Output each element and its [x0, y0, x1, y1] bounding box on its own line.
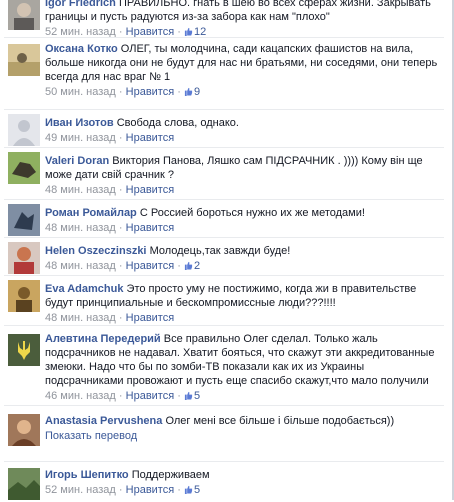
comment-text: Поддерживаем [131, 469, 210, 481]
comment-meta: 48 мин. назад · Нравится [45, 183, 444, 197]
commenter-name[interactable]: Игорь Шепитко [45, 469, 129, 481]
separator-dot: · [177, 86, 181, 98]
comment-meta: Показать перевод [45, 429, 444, 443]
like-count: 2 [193, 260, 201, 272]
separator-dot: · [177, 484, 181, 496]
avatar-icon[interactable] [8, 0, 40, 30]
like-count-badge[interactable]: 5 [184, 483, 200, 497]
avatar-icon[interactable] [8, 152, 40, 184]
avatar-icon[interactable] [8, 414, 40, 446]
commenter-name[interactable]: Igor Friedrich [45, 0, 116, 9]
comment-text-line: Anastasia Pervushena Олег мені все більш… [45, 414, 444, 428]
separator-dot: · [118, 184, 123, 196]
commenter-name[interactable]: Иван Изотов [45, 117, 114, 129]
comment-item: Eva Adamchuk Это просто уму не постижимо… [4, 276, 444, 326]
comment-time[interactable]: 50 мин. назад [45, 86, 116, 98]
comment-meta: 49 мин. назад · Нравится [45, 131, 444, 145]
comment-meta: 48 мин. назад · Нравится · 2 [45, 259, 444, 273]
like-link[interactable]: Нравится [126, 260, 175, 272]
comment-item: Иван Изотов Свобода слова, однако. 49 ми… [4, 110, 444, 148]
separator-dot: · [118, 86, 123, 98]
comment-meta: 48 мин. назад · Нравится [45, 311, 444, 325]
comment-text-line: Алевтина Передерий Все правильно Олег сд… [45, 332, 444, 388]
like-link[interactable]: Нравится [126, 184, 175, 196]
comment-item: Helen Oszeczinszki Молодець,так завжди б… [4, 238, 444, 276]
separator-dot: · [118, 484, 123, 496]
commenter-name[interactable]: Роман Ромайлар [45, 207, 137, 219]
comment-text-line: Eva Adamchuk Это просто уму не постижимо… [45, 282, 444, 310]
like-count-badge[interactable]: 9 [184, 85, 200, 99]
comment-item: Оксана Котко ОЛЕГ, ты молодчина, сади ка… [4, 40, 444, 110]
like-link[interactable]: Нравится [126, 390, 175, 402]
avatar-icon[interactable] [8, 204, 40, 236]
default-avatar-icon[interactable] [8, 114, 40, 146]
comment-meta: 52 мин. назад · Нравится · 5 [45, 483, 444, 497]
comment-meta: 46 мин. назад · Нравится · 5 [45, 389, 444, 403]
comment-time[interactable]: 48 мин. назад [45, 312, 116, 324]
comment-item: Valeri Doran Виктория Панова, Ляшко сам … [4, 148, 444, 200]
comment-time[interactable]: 48 мин. назад [45, 222, 116, 234]
comment-time[interactable]: 46 мин. назад [45, 390, 116, 402]
separator-dot: · [118, 390, 123, 402]
like-count: 5 [193, 484, 201, 496]
comment-time[interactable]: 48 мин. назад [45, 184, 116, 196]
like-link[interactable]: Нравится [126, 484, 175, 496]
avatar-icon[interactable] [8, 468, 40, 500]
separator-dot: · [118, 312, 123, 324]
comment-text-line: Иван Изотов Свобода слова, однако. [45, 116, 444, 130]
commenter-name[interactable]: Оксана Котко [45, 43, 118, 55]
like-count: 5 [193, 390, 201, 402]
commenter-name[interactable]: Eva Adamchuk [45, 283, 123, 295]
avatar-icon[interactable] [8, 280, 40, 312]
like-link[interactable]: Нравится [126, 132, 175, 144]
comment-time[interactable]: 49 мин. назад [45, 132, 116, 144]
like-count-badge[interactable]: 2 [184, 259, 200, 273]
comment-item: Anastasia Pervushena Олег мені все більш… [4, 406, 444, 462]
like-link[interactable]: Нравится [126, 86, 175, 98]
comment-item: Алевтина Передерий Все правильно Олег сд… [4, 326, 444, 406]
like-count: 9 [193, 86, 201, 98]
avatar-icon[interactable] [8, 44, 40, 76]
show-translation-link[interactable]: Показать перевод [45, 430, 137, 442]
comment-meta: 48 мин. назад · Нравится [45, 221, 444, 235]
separator-dot: · [118, 132, 123, 144]
comment-text-line: Роман Ромайлар С Россией бороться нужно … [45, 206, 444, 220]
comment-meta: 50 мин. назад · Нравится · 9 [45, 85, 444, 99]
commenter-name[interactable]: Valeri Doran [45, 155, 109, 167]
comment-text: Олег мені все більше і більше подобаєтьс… [165, 415, 395, 427]
commenter-name[interactable]: Алевтина Передерий [45, 333, 161, 345]
comment-text-line: Helen Oszeczinszki Молодець,так завжди б… [45, 244, 444, 258]
comment-text-line: Игорь Шепитко Поддерживаем [45, 468, 444, 482]
thumbs-up-icon [184, 391, 193, 400]
thumbs-up-icon [184, 27, 193, 36]
commenter-name[interactable]: Anastasia Pervushena [45, 415, 162, 427]
like-link[interactable]: Нравится [126, 222, 175, 234]
thumbs-up-icon [184, 87, 193, 96]
comment-text: Молодець,так завжди буде! [149, 245, 291, 257]
comment-text-line: Valeri Doran Виктория Панова, Ляшко сам … [45, 154, 444, 182]
separator-dot: · [118, 260, 123, 272]
thumbs-up-icon [184, 261, 193, 270]
comment-text-line: Оксана Котко ОЛЕГ, ты молодчина, сади ка… [45, 42, 444, 84]
separator-dot: · [177, 260, 181, 272]
separator-dot: · [118, 222, 123, 234]
separator-dot: · [177, 390, 181, 402]
avatar-icon[interactable] [8, 242, 40, 274]
comment-item: Igor Friedrich ПРАВИЛЬНО. гнать в шею во… [4, 0, 444, 38]
thumbs-up-icon [184, 485, 193, 494]
comment-item: Игорь Шепитко Поддерживаем 52 мин. назад… [4, 462, 444, 502]
trident-icon[interactable] [8, 334, 40, 366]
comment-time[interactable]: 52 мин. назад [45, 484, 116, 496]
divider [4, 37, 444, 38]
like-link[interactable]: Нравится [126, 312, 175, 324]
comment-text-line: Igor Friedrich ПРАВИЛЬНО. гнать в шею во… [45, 0, 444, 24]
comment-item: Роман Ромайлар С Россией бороться нужно … [4, 200, 444, 238]
like-count-badge[interactable]: 5 [184, 389, 200, 403]
comment-text: С Россией бороться нужно их же методами! [139, 207, 365, 219]
comment-text: Свобода слова, однако. [116, 117, 239, 129]
comment-time[interactable]: 48 мин. назад [45, 260, 116, 272]
commenter-name[interactable]: Helen Oszeczinszki [45, 245, 147, 257]
